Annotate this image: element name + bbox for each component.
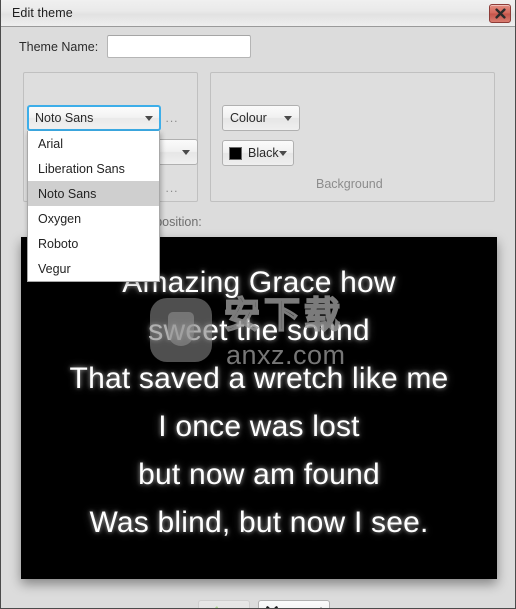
lyric-line: Was blind, but now I see. [89,506,429,539]
font-option-oxygen[interactable]: Oxygen [28,206,159,231]
fill-type-combo[interactable]: Colour [222,105,300,131]
close-button[interactable] [489,4,511,23]
font-option-label: Roboto [38,236,79,251]
font-option-vegur[interactable]: Vegur [28,256,159,281]
dialog-body: Theme Name: Noto Sans ... ... Colour Bla… [1,27,515,608]
colour-swatch-icon [229,146,242,160]
font-family-combo[interactable]: Noto Sans [27,105,161,131]
chevron-down-icon [145,115,153,121]
fill-type-value: Colour [230,111,267,125]
font-family-value: Noto Sans [35,111,94,125]
title-bar: Edit theme [1,0,515,27]
font-option-label: Vegur [38,261,71,276]
font-options-label: ... [165,111,179,125]
chevron-down-icon [284,115,292,121]
chevron-down-icon [182,149,190,155]
window-title: Edit theme [12,6,73,20]
theme-name-row: Theme Name: [19,35,252,58]
font-option-noto-sans[interactable]: Noto Sans [28,181,159,206]
font-option-arial[interactable]: Arial [28,131,159,156]
theme-preview[interactable]: Amazing Grace how sweet the sound That s… [21,237,497,579]
lyric-line: but now am found [138,458,380,491]
background-label: Background [316,177,383,191]
chevron-down-icon [279,150,287,156]
font-option-roboto[interactable]: Roboto [28,231,159,256]
font-family-dropdown-list[interactable]: Arial Liberation Sans Noto Sans Oxygen R… [27,131,160,282]
cross-icon [265,605,278,608]
font-size-combo[interactable] [156,139,198,165]
edit-theme-dialog: Edit theme Theme Name: Noto Sans ... ...… [0,0,516,609]
lyric-line: I once was lost [158,410,360,443]
theme-name-input[interactable] [107,35,252,58]
preview-lyrics: Amazing Grace how sweet the sound That s… [21,259,497,547]
font-option-label: Oxygen [38,211,82,226]
font-option-label: Noto Sans [38,186,97,201]
background-colour-value: Black [248,146,279,160]
background-colour-combo[interactable]: Black [222,140,294,166]
ok-button[interactable]: OK [198,600,250,608]
extra-options-button[interactable]: ... [163,179,181,197]
lyric-line: That saved a wretch like me [69,362,449,395]
cancel-button[interactable]: Cancel [258,600,330,608]
font-option-liberation-sans[interactable]: Liberation Sans [28,156,159,181]
font-option-label: Arial [38,136,64,151]
close-icon [494,8,506,19]
lyric-line: sweet the sound [148,314,370,347]
font-option-label: Liberation Sans [38,161,125,176]
font-options-button[interactable]: ... [163,109,181,127]
theme-name-label: Theme Name: [19,39,99,54]
extra-options-label: ... [165,181,179,195]
